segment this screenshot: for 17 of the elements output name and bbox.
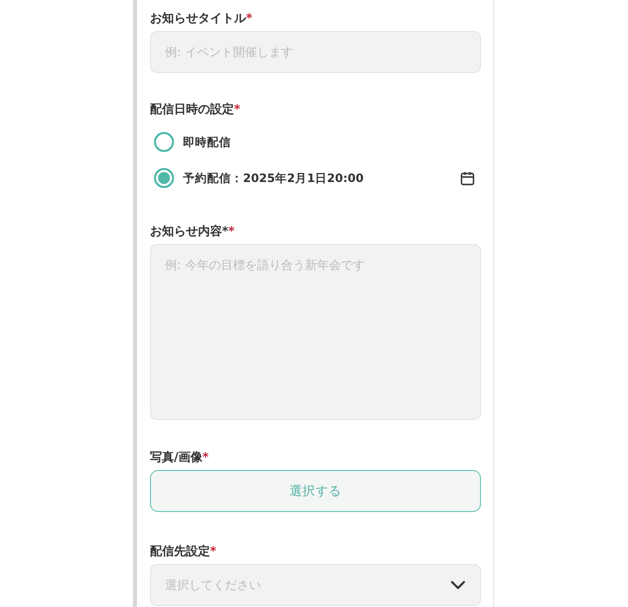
radio-button[interactable]	[154, 132, 174, 152]
required-mark: *	[246, 10, 252, 26]
select-button[interactable]: 選択する	[150, 470, 481, 512]
required-mark: *	[210, 543, 216, 559]
required-mark: *	[234, 101, 240, 117]
field-label: 配信先設定	[150, 543, 210, 559]
field-label: 配信日時の設定	[150, 101, 234, 117]
required-mark: *	[228, 223, 235, 239]
field-label: お知らせ内容*	[150, 223, 228, 239]
calendar-icon[interactable]	[460, 170, 475, 186]
field-label: お知らせタイトル	[150, 10, 246, 26]
field-label: 写真/画像	[150, 449, 202, 465]
radio-button[interactable]	[154, 168, 174, 188]
radio-label: 予約配信：2025年2月1日20:00	[183, 170, 365, 186]
radio-label: 即時配信	[183, 134, 232, 150]
chevron-down-icon	[450, 580, 466, 590]
required-mark: *	[202, 449, 209, 465]
